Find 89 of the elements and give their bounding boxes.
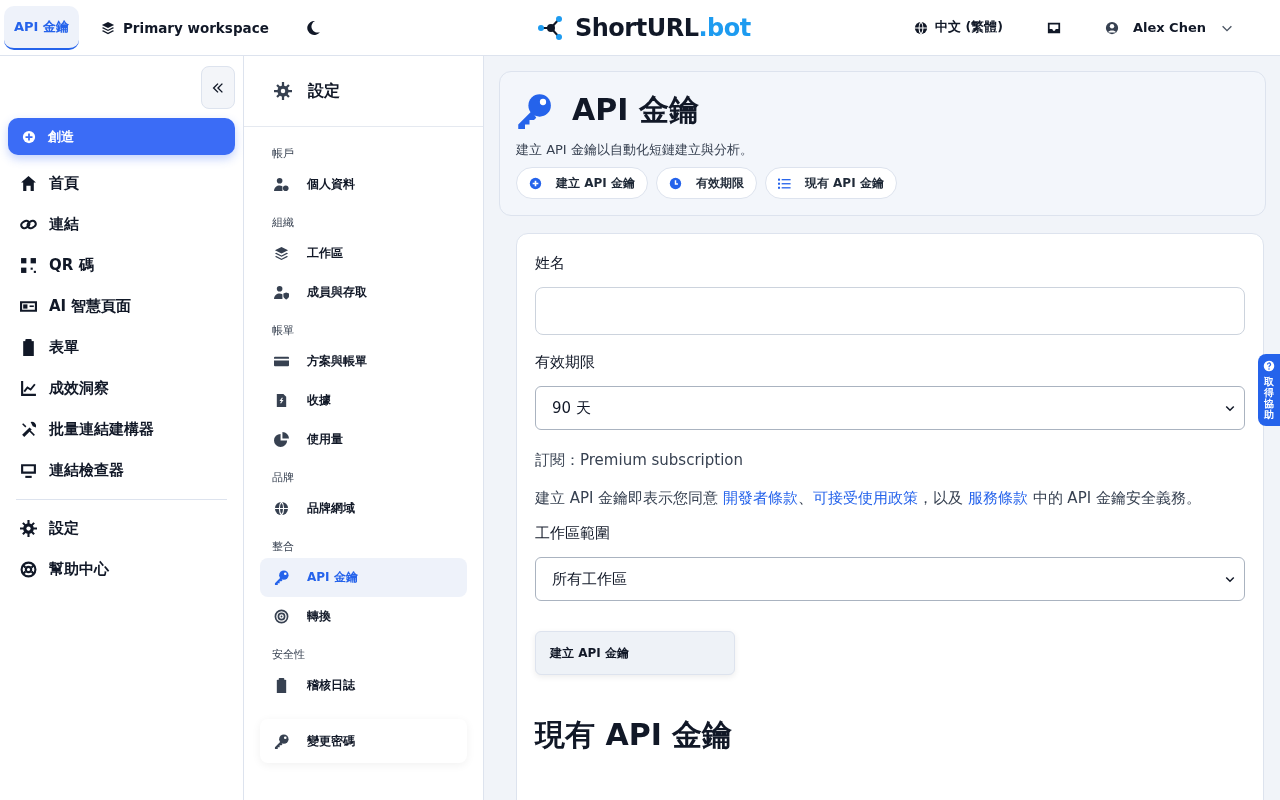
workspace-switcher[interactable]: Primary workspace bbox=[94, 18, 275, 37]
plus-circle-icon bbox=[529, 176, 542, 190]
terms-link[interactable]: 服務條款 bbox=[967, 489, 1028, 507]
field-label: 工作區範圍 bbox=[535, 524, 611, 543]
clipboard-icon bbox=[20, 339, 37, 356]
list-icon bbox=[777, 176, 791, 190]
settings-nav-item[interactable]: 使用量 bbox=[260, 420, 467, 459]
expiry-select[interactable]: 90 天 bbox=[535, 386, 1245, 430]
layers-icon bbox=[100, 20, 115, 35]
inbox-button[interactable] bbox=[1046, 20, 1061, 35]
create-button[interactable]: 創造 bbox=[8, 118, 235, 155]
settings-nav-item[interactable]: 方案與帳單 bbox=[260, 342, 467, 381]
logo-icon bbox=[537, 14, 565, 42]
subscription-text: 訂閱：Premium subscription bbox=[535, 450, 744, 471]
tools-icon bbox=[20, 421, 37, 438]
change-password-item[interactable]: 變更密碼 bbox=[260, 719, 467, 763]
key-icon bbox=[274, 733, 289, 749]
terms-text: 建立 API 金鑰即表示您同意 開發者條款、可接受使用政策，以及 服務條款 中的 API 金鑰安全義務。 bbox=[535, 488, 1202, 509]
inbox-icon bbox=[1046, 20, 1061, 35]
group-heading: 整合 bbox=[271, 539, 295, 554]
settings-nav-item[interactable]: 轉換 bbox=[260, 597, 467, 636]
settings-nav-item[interactable]: 收據 bbox=[260, 381, 467, 420]
sidebar-item[interactable]: 幫助中心 bbox=[8, 549, 235, 590]
settings-nav-item[interactable]: 稽核日誌 bbox=[260, 666, 467, 705]
terms-link[interactable]: 開發者條款 bbox=[723, 489, 799, 507]
id-card-icon bbox=[20, 298, 37, 315]
user-avatar-icon bbox=[1104, 20, 1119, 35]
tab[interactable]: API 金鑰 bbox=[4, 5, 79, 50]
sidebar-item[interactable]: AI 智慧頁面 bbox=[8, 286, 235, 327]
field-label: 有效期限 bbox=[535, 353, 596, 372]
section-chip[interactable]: 現有 API 金鑰 bbox=[764, 167, 897, 199]
user-shield-icon bbox=[274, 285, 289, 300]
clipboard-icon bbox=[274, 678, 289, 693]
user-gear-icon bbox=[274, 177, 289, 192]
settings-title: 設定 bbox=[308, 80, 340, 102]
key-icon bbox=[274, 570, 289, 585]
section-chip[interactable]: 建立 API 金鑰 bbox=[516, 167, 648, 199]
target-icon bbox=[274, 609, 289, 624]
field-label: 姓名 bbox=[535, 254, 566, 273]
house-icon bbox=[20, 175, 37, 192]
terms-link[interactable]: 可接受使用政策 bbox=[813, 489, 919, 507]
settings-nav-item[interactable]: 個人資料 bbox=[260, 165, 467, 204]
settings-nav-item[interactable]: 品牌網域 bbox=[260, 489, 467, 528]
sidebar-item[interactable]: 首頁 bbox=[8, 163, 235, 204]
globe-icon bbox=[274, 501, 289, 516]
sidebar-item[interactable]: 批量連結建構器 bbox=[8, 409, 235, 450]
question-icon bbox=[1263, 360, 1275, 372]
settings-nav-item[interactable]: 工作區 bbox=[260, 234, 467, 273]
moon-icon[interactable] bbox=[304, 19, 321, 36]
group-heading: 帳單 bbox=[271, 323, 295, 338]
language-selector[interactable]: 中文 (繁體) bbox=[908, 18, 1009, 37]
line-chart-icon bbox=[20, 380, 37, 397]
sidebar-item[interactable]: 表單 bbox=[8, 327, 235, 368]
layers-icon bbox=[274, 246, 289, 261]
globe-icon bbox=[914, 20, 929, 35]
group-heading: 品牌 bbox=[271, 470, 295, 485]
group-heading: 組織 bbox=[271, 215, 295, 230]
sidebar-item[interactable]: 設定 bbox=[8, 508, 235, 549]
page-title: API 金鑰 bbox=[572, 91, 699, 129]
create-key-button[interactable]: 建立 API 金鑰 bbox=[535, 631, 735, 675]
settings-nav-item[interactable]: 成員與存取 bbox=[260, 273, 467, 312]
group-heading: 安全性 bbox=[271, 647, 306, 662]
double-chevron-left-icon bbox=[211, 80, 225, 95]
sidebar-item[interactable]: QR 碼 bbox=[8, 245, 235, 286]
logo-text: ShortURL.bot bbox=[575, 14, 751, 42]
group-heading: 帳戶 bbox=[271, 146, 295, 161]
sidebar-item[interactable]: 連結 bbox=[8, 204, 235, 245]
sidebar-item[interactable]: 連結檢查器 bbox=[8, 450, 235, 491]
scope-select[interactable]: 所有工作區 bbox=[535, 557, 1245, 601]
pie-chart-icon bbox=[274, 432, 289, 447]
name-input[interactable] bbox=[535, 287, 1245, 335]
settings-nav-item[interactable]: API 金鑰 bbox=[260, 558, 467, 597]
collapse-button[interactable] bbox=[201, 66, 235, 109]
sidebar-item[interactable]: 成效洞察 bbox=[8, 368, 235, 409]
settings-icon bbox=[20, 520, 37, 537]
credit-card-icon bbox=[274, 354, 289, 369]
page-subtitle: 建立 API 金鑰以自動化短鏈建立與分析。 bbox=[516, 141, 754, 159]
qr-code-icon bbox=[20, 257, 37, 274]
section-heading: 現有 API 金鑰 bbox=[535, 716, 734, 754]
key-icon bbox=[516, 92, 552, 129]
monitor-icon bbox=[20, 462, 37, 479]
section-chip[interactable]: 有效期限 bbox=[655, 167, 757, 199]
user-menu[interactable]: Alex Chen bbox=[1098, 19, 1240, 36]
help-tab[interactable]: 取得協助 bbox=[1258, 354, 1280, 426]
clock-icon bbox=[668, 176, 682, 190]
plus-circle-icon bbox=[22, 129, 36, 144]
life-ring-icon bbox=[20, 561, 37, 578]
receipt-icon bbox=[274, 393, 289, 408]
settings-icon bbox=[274, 82, 292, 100]
